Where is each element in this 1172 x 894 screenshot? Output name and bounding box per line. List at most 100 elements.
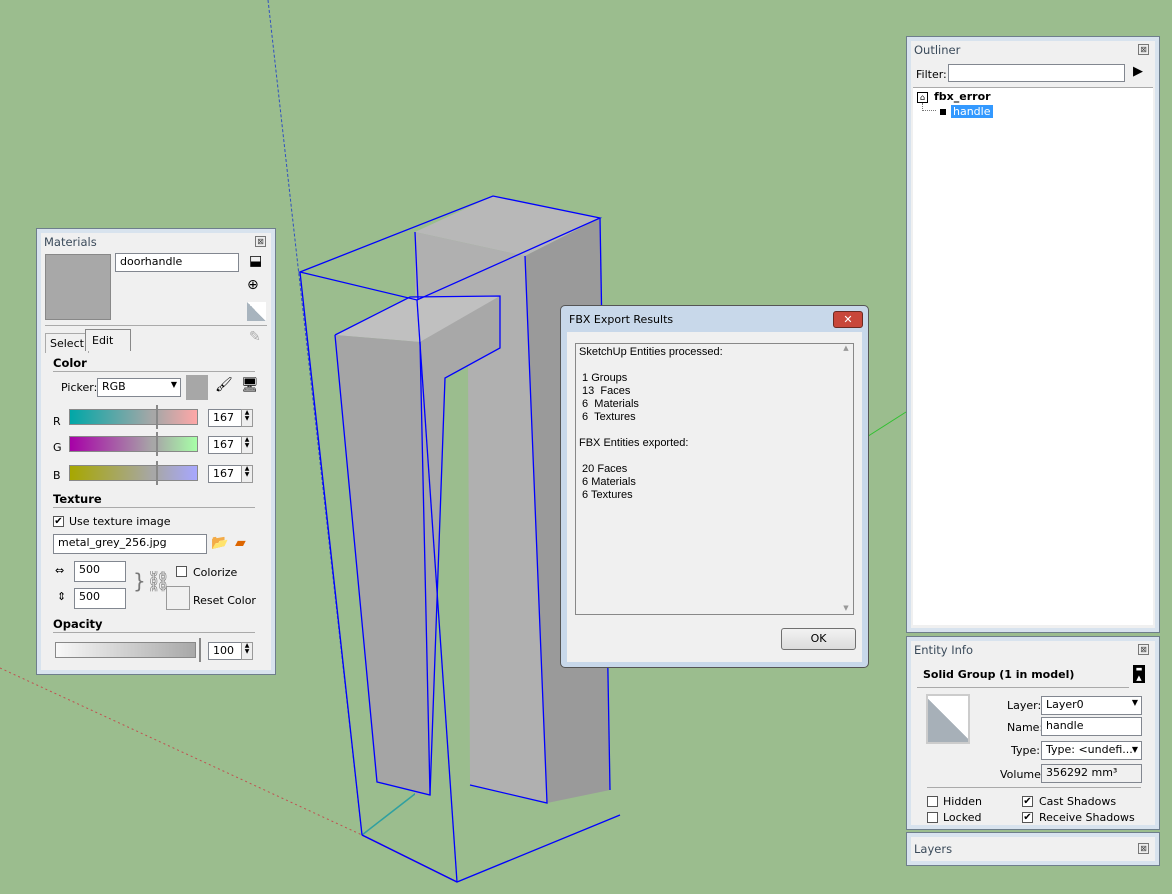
outliner-title: Outliner xyxy=(914,43,961,57)
name-input[interactable]: handle xyxy=(1041,717,1142,736)
match-model-color-icon[interactable]: 🖌 xyxy=(215,377,233,393)
material-preview xyxy=(45,254,111,320)
edit-texture-icon[interactable]: ▰ xyxy=(235,535,246,551)
cyan-axis xyxy=(361,789,421,836)
color-swatch xyxy=(186,375,208,400)
dialog-title: FBX Export Results xyxy=(569,313,674,326)
chevron-down-icon: ▼ xyxy=(170,380,177,389)
result-line: 1 Groups xyxy=(579,372,628,384)
texture-heading: Texture xyxy=(53,492,102,506)
g-spinner[interactable]: ▲ ▼ xyxy=(241,436,253,454)
result-line: 6 Textures xyxy=(579,489,633,501)
entity-info-title: Entity Info xyxy=(914,643,973,657)
tab-edit[interactable]: Edit xyxy=(85,329,131,351)
opacity-heading: Opacity xyxy=(53,617,103,631)
dialog-close-button[interactable]: ✕ xyxy=(833,311,863,328)
close-icon[interactable]: ⊠ xyxy=(1138,843,1149,854)
material-swatch[interactable] xyxy=(926,694,970,744)
results-textarea[interactable]: SketchUp Entities processed: 1 Groups 13… xyxy=(575,343,854,615)
close-icon[interactable]: ⊠ xyxy=(1138,44,1149,55)
hidden-label: Hidden xyxy=(943,795,983,808)
use-texture-label: Use texture image xyxy=(69,515,171,528)
b-spinner[interactable]: ▲ ▼ xyxy=(241,465,253,483)
texture-height-input[interactable]: 500 xyxy=(74,588,126,609)
tree-item-handle[interactable]: handle xyxy=(951,105,993,118)
type-label: Type: xyxy=(1011,744,1040,757)
b-value-input[interactable]: 167 xyxy=(208,465,242,483)
layer-select[interactable]: Layer0 ▼ xyxy=(1041,696,1142,715)
locked-label: Locked xyxy=(943,811,982,824)
toggle-details-icon[interactable]: ▬ ▲ xyxy=(1133,665,1145,683)
ok-button[interactable]: OK xyxy=(781,628,856,650)
materials-panel: Materials ⊠ doorhandle ⬓ ⊕ Select Edit ✎… xyxy=(36,228,276,675)
layers-panel[interactable]: Layers ⊠ xyxy=(906,832,1160,866)
picker-select[interactable]: RGB ▼ xyxy=(97,378,181,397)
color-heading: Color xyxy=(53,356,87,370)
b-slider[interactable] xyxy=(69,465,198,481)
scrollbar[interactable]: ▲ ▼ xyxy=(839,344,853,614)
picker-label: Picker: xyxy=(61,381,98,394)
tab-select[interactable]: Select xyxy=(45,333,89,353)
volume-value: 356292 mm³ xyxy=(1041,764,1142,783)
match-screen-color-icon[interactable]: 🖥 xyxy=(241,377,259,393)
reset-color-swatch[interactable] xyxy=(166,586,190,610)
entity-info-panel: Entity Info ⊠ Solid Group (1 in model) ▬… xyxy=(906,636,1160,830)
close-icon[interactable]: ⊠ xyxy=(255,236,266,247)
details-menu-icon[interactable]: ▶ xyxy=(1133,64,1143,79)
entity-header: Solid Group (1 in model) xyxy=(923,668,1075,681)
width-arrow-icon: ⇔ xyxy=(55,564,65,577)
name-label: Name: xyxy=(1007,721,1044,734)
texture-file-input[interactable]: metal_grey_256.jpg xyxy=(53,534,207,554)
tree-connector xyxy=(922,103,936,111)
cast-shadows-checkbox[interactable]: ✔ xyxy=(1022,796,1033,807)
red-axis xyxy=(0,667,363,836)
chevron-down-icon: ▼ xyxy=(1131,698,1138,707)
locked-checkbox[interactable] xyxy=(927,812,938,823)
receive-shadows-checkbox[interactable]: ✔ xyxy=(1022,812,1033,823)
r-spinner[interactable]: ▲ ▼ xyxy=(241,409,253,427)
material-name-input[interactable]: doorhandle xyxy=(115,253,239,272)
use-texture-checkbox[interactable]: ✔ xyxy=(53,516,64,527)
opacity-value-input[interactable]: 100 xyxy=(208,642,242,660)
result-line: 6 Materials xyxy=(579,476,636,488)
colorize-label: Colorize xyxy=(193,566,238,579)
hidden-checkbox[interactable] xyxy=(927,796,938,807)
g-slider[interactable] xyxy=(69,436,198,452)
result-line: 20 Faces xyxy=(579,463,628,475)
result-line: SketchUp Entities processed: xyxy=(579,346,723,358)
result-line: 6 Textures xyxy=(579,411,636,423)
add-to-model-icon[interactable]: ⊕ xyxy=(247,277,259,293)
result-line xyxy=(579,424,850,437)
r-slider[interactable] xyxy=(69,409,198,425)
volume-label: Volume: xyxy=(1000,768,1045,781)
cast-shadows-label: Cast Shadows xyxy=(1039,795,1117,808)
create-material-icon[interactable]: ⬓ xyxy=(249,253,262,269)
receive-shadows-label: Receive Shadows xyxy=(1039,811,1135,824)
layer-label: Layer: xyxy=(1007,699,1042,712)
sample-paint-icon[interactable]: ✎ xyxy=(249,329,261,345)
result-line: FBX Entities exported: xyxy=(579,437,689,449)
layers-title: Layers xyxy=(914,842,953,856)
outliner-tree: ⌂ fbx_error handle xyxy=(913,87,1153,625)
result-line: 6 Materials xyxy=(579,398,639,410)
colorize-checkbox[interactable] xyxy=(176,566,187,577)
result-line: 13 Faces xyxy=(579,385,631,397)
tree-root[interactable]: fbx_error xyxy=(934,90,991,103)
chevron-down-icon: ▼ xyxy=(1131,745,1138,754)
texture-width-input[interactable]: 500 xyxy=(74,561,126,582)
opacity-spinner[interactable]: ▲ ▼ xyxy=(241,642,253,660)
height-arrow-icon: ⇕ xyxy=(57,590,67,603)
fbx-export-dialog: FBX Export Results ✕ SketchUp Entities p… xyxy=(560,305,869,668)
browse-folder-icon[interactable]: 📂 xyxy=(211,535,228,551)
r-value-input[interactable]: 167 xyxy=(208,409,242,427)
g-value-input[interactable]: 167 xyxy=(208,436,242,454)
close-icon[interactable]: ⊠ xyxy=(1138,644,1149,655)
opacity-slider[interactable] xyxy=(55,642,196,658)
default-material-icon[interactable] xyxy=(247,302,266,321)
filter-input[interactable] xyxy=(948,64,1125,82)
result-line xyxy=(579,450,850,463)
materials-title: Materials xyxy=(44,235,97,249)
type-select[interactable]: Type: <undefi... ▼ xyxy=(1041,741,1142,760)
reset-color-label[interactable]: Reset Color xyxy=(193,594,256,607)
group-icon xyxy=(940,109,946,115)
